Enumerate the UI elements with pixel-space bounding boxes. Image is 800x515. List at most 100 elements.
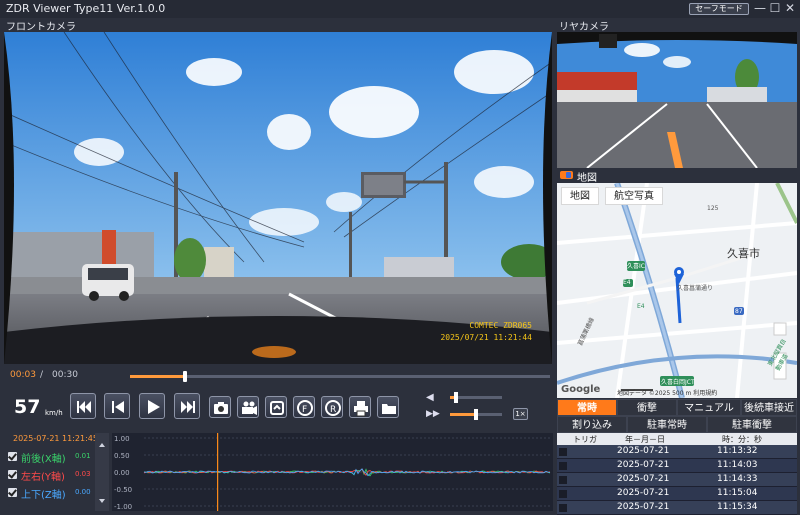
rear-mode-button[interactable]: R [321, 396, 343, 418]
col-date: 年－月－日 [625, 435, 665, 444]
rear-camera-view[interactable] [557, 32, 797, 168]
rate-handle[interactable] [474, 409, 478, 420]
rear-r-icon: R [325, 400, 341, 416]
front-camera-view[interactable]: COMTEC ZDR065 2025/07/21 11:21:44 [4, 32, 552, 364]
sensor-timestamp: 2025-07-21 11:21:45 [13, 434, 98, 443]
overlay-brand: COMTEC ZDR065 [469, 321, 532, 330]
event-tab-0[interactable]: 常時 [557, 399, 617, 416]
event-tab-row2-1[interactable]: 駐車常時 [627, 416, 707, 433]
event-tab-2[interactable]: マニュアル [677, 399, 741, 416]
front-f-icon: F [297, 400, 313, 416]
play-button[interactable] [139, 393, 165, 419]
map-view[interactable]: 地図 航空写真 久喜市 久喜IC 久喜白岡JCT E4 E4 菖蒲栗橋線 久喜菖… [557, 183, 797, 398]
event-row[interactable]: 2025-07-21 11:13:32 [557, 445, 797, 459]
title-bar: ZDR Viewer Type11 Ver.1.0.0 セーフモード — ☐ ✕ [0, 0, 800, 18]
axis-y-checkbox[interactable] [8, 470, 17, 479]
trigger-marker [559, 504, 567, 512]
rate-fill [450, 413, 476, 416]
axis-x-label: 前後(X軸) [21, 454, 66, 465]
volume-slider[interactable] [450, 392, 502, 403]
map-tab-map[interactable]: 地図 [561, 187, 599, 205]
current-time: 00:03 [10, 370, 36, 380]
seek-handle[interactable] [182, 371, 187, 382]
event-time: 11:15:04 [717, 488, 758, 498]
graph-scroll-column[interactable] [95, 433, 109, 511]
axis-x-checkbox[interactable] [8, 452, 17, 461]
trigger-marker [559, 490, 567, 498]
folder-icon [382, 404, 396, 414]
front-mode-button[interactable]: F [293, 396, 315, 418]
map-road-125: 125 [707, 205, 719, 212]
event-tab-1[interactable]: 衝撃 [617, 399, 677, 416]
y-tick-label: 1.00 [114, 435, 130, 443]
skip-previous-button[interactable] [70, 393, 96, 419]
map-attribution: 地図データ ©2025 500 m 利用規約 [617, 390, 718, 397]
event-tabs: 常時 衝撃 マニュアル 後続車接近割り込み 駐車常時 駐車衝撃 [557, 399, 797, 433]
map-road-e4-b: E4 [637, 303, 645, 310]
axis-y-label: 左右(Y軸) [21, 472, 65, 483]
open-folder-button[interactable] [377, 396, 399, 418]
maximize-button[interactable]: ☐ [768, 1, 782, 16]
seek-progress [130, 375, 185, 378]
seek-bar[interactable] [130, 371, 550, 382]
svg-text:F: F [302, 405, 307, 415]
rear-camera-label: リヤカメラ [559, 22, 609, 33]
step-back-icon [112, 401, 124, 413]
front-camera-image [4, 32, 552, 364]
map-road-e4-a: E4 [623, 279, 631, 286]
g-sensor-chart: 1.00 0.50 0.00 -0.50 -1.00 [114, 433, 551, 511]
event-row[interactable]: 2025-07-21 11:14:33 [557, 473, 797, 487]
playback-rate-slider[interactable] [450, 409, 502, 420]
snapshot-button[interactable] [209, 396, 231, 418]
close-button[interactable]: ✕ [783, 1, 797, 16]
event-row[interactable]: 2025-07-21 11:15:04 [557, 487, 797, 501]
front-camera-label: フロントカメラ [6, 22, 76, 33]
event-row[interactable]: 2025-07-21 11:15:34 [557, 501, 797, 515]
trigger-marker [559, 448, 567, 456]
overlay-datetime: 2025/07/21 11:21:44 [440, 333, 532, 342]
event-time: 11:14:33 [717, 474, 758, 484]
map-tab-satellite[interactable]: 航空写真 [605, 187, 663, 205]
scroll-arrows [99, 443, 105, 503]
rate-badge[interactable]: 1× [513, 408, 528, 420]
skip-next-icon [181, 401, 195, 413]
axis-z-value: 0.00 [75, 488, 91, 496]
col-time: 時：分：秒 [722, 435, 762, 444]
print-icon [354, 401, 368, 417]
app-title: ZDR Viewer Type11 Ver.1.0.0 [6, 2, 166, 15]
rear-camera-image [557, 32, 797, 168]
rotate-button[interactable] [265, 396, 287, 418]
video-export-button[interactable] [237, 396, 259, 418]
safe-mode-button[interactable]: セーフモード [689, 3, 749, 15]
step-back-button[interactable] [104, 393, 130, 419]
playback-timeline: 00:03 / 00:30 [4, 366, 552, 384]
camera-icon [214, 402, 228, 414]
map-road-87: 87 [735, 308, 743, 315]
event-row[interactable]: 2025-07-21 11:14:03 [557, 459, 797, 473]
trigger-marker [559, 462, 567, 470]
print-button[interactable] [349, 396, 371, 418]
map-header: 地図 [557, 168, 797, 184]
event-tab-3[interactable]: 後続車接近 [741, 399, 797, 416]
play-icon [148, 400, 160, 414]
map-label: 地図 [577, 173, 597, 184]
axis-z-checkbox[interactable] [8, 488, 17, 497]
map-toggle-icon[interactable] [560, 171, 573, 179]
g-sensor-graph[interactable]: 1.00 0.50 0.00 -0.50 -1.00 [112, 433, 553, 511]
skip-next-button[interactable] [174, 393, 200, 419]
app-window: ZDR Viewer Type11 Ver.1.0.0 セーフモード — ☐ ✕… [0, 0, 800, 515]
axis-z-label: 上下(Z軸) [21, 490, 66, 501]
event-time: 11:14:03 [717, 460, 758, 470]
minimize-button[interactable]: — [753, 1, 767, 16]
axis-x-value: 0.01 [75, 452, 91, 460]
event-date: 2025-07-21 [617, 446, 670, 456]
event-time: 11:15:34 [717, 502, 758, 512]
volume-handle[interactable] [454, 392, 459, 403]
event-tab-row2-2[interactable]: 駐車衝撃 [707, 416, 797, 433]
trigger-marker [559, 476, 567, 484]
event-table: トリガ 年－月－日 時：分：秒 2025-07-21 11:13:32 2025-0… [557, 433, 797, 515]
map-place-ic: 久喜IC [627, 263, 645, 270]
volume-icon: ◀ [426, 392, 434, 403]
event-tab-row2-0[interactable]: 割り込み [557, 416, 627, 433]
fast-forward-icon: ▶▶ [426, 409, 440, 419]
